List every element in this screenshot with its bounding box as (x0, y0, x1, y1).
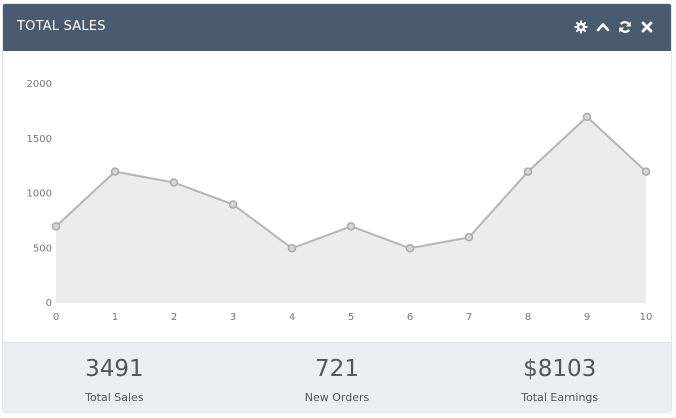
stat-value: 721 (315, 356, 359, 382)
stat-label: New Orders (304, 391, 370, 404)
sales-area-chart: 0 500 1000 1500 2000 0 1 2 3 4 5 6 7 8 9 10 (27, 79, 653, 323)
stat-value: 3491 (85, 356, 144, 382)
data-point[interactable] (169, 178, 179, 187)
widget-tools (573, 19, 655, 35)
data-point[interactable] (346, 222, 356, 231)
data-point[interactable] (287, 244, 297, 253)
x-tick-label: 7 (466, 312, 472, 323)
data-point[interactable] (464, 233, 474, 242)
y-tick-label: 1500 (27, 134, 52, 145)
y-tick-label: 500 (33, 243, 52, 254)
stats-footer: 3491 Total Sales 721 New Orders $8103 To… (3, 342, 671, 412)
x-tick-label: 6 (407, 312, 413, 323)
x-tick-label: 8 (525, 312, 531, 323)
data-point[interactable] (51, 222, 61, 231)
x-tick-label: 10 (640, 312, 653, 323)
data-point[interactable] (582, 112, 592, 122)
x-tick-label: 5 (348, 312, 354, 323)
x-tick-label: 9 (584, 312, 590, 323)
stat-total-earnings: $8103 Total Earnings (448, 343, 671, 412)
widget-title: TOTAL SALES (17, 19, 106, 34)
y-tick-label: 2000 (27, 79, 52, 90)
x-tick-label: 4 (289, 312, 295, 323)
x-tick-label: 0 (53, 312, 59, 323)
stat-value: $8103 (523, 356, 597, 382)
x-tick-label: 1 (112, 312, 118, 323)
y-tick-label: 0 (46, 298, 52, 309)
close-icon[interactable] (639, 19, 655, 35)
stat-label: Total Sales (85, 391, 144, 404)
x-tick-label: 2 (171, 312, 177, 323)
data-point[interactable] (405, 244, 415, 253)
data-point[interactable] (523, 167, 533, 176)
total-sales-widget: TOTAL SALES 0 500 1000 1500 2000 0 1 2 3… (2, 3, 672, 413)
x-tick-label: 3 (230, 312, 236, 323)
refresh-icon[interactable] (617, 19, 633, 35)
gear-icon[interactable] (573, 19, 589, 35)
widget-header: TOTAL SALES (3, 4, 671, 51)
data-point[interactable] (228, 200, 238, 209)
stat-new-orders: 721 New Orders (226, 343, 449, 412)
y-tick-label: 1000 (27, 189, 52, 200)
data-point[interactable] (110, 167, 120, 176)
chevron-up-icon[interactable] (595, 19, 611, 35)
stat-total-sales: 3491 Total Sales (3, 343, 226, 412)
data-point[interactable] (641, 167, 651, 176)
stat-label: Total Earnings (521, 391, 599, 404)
